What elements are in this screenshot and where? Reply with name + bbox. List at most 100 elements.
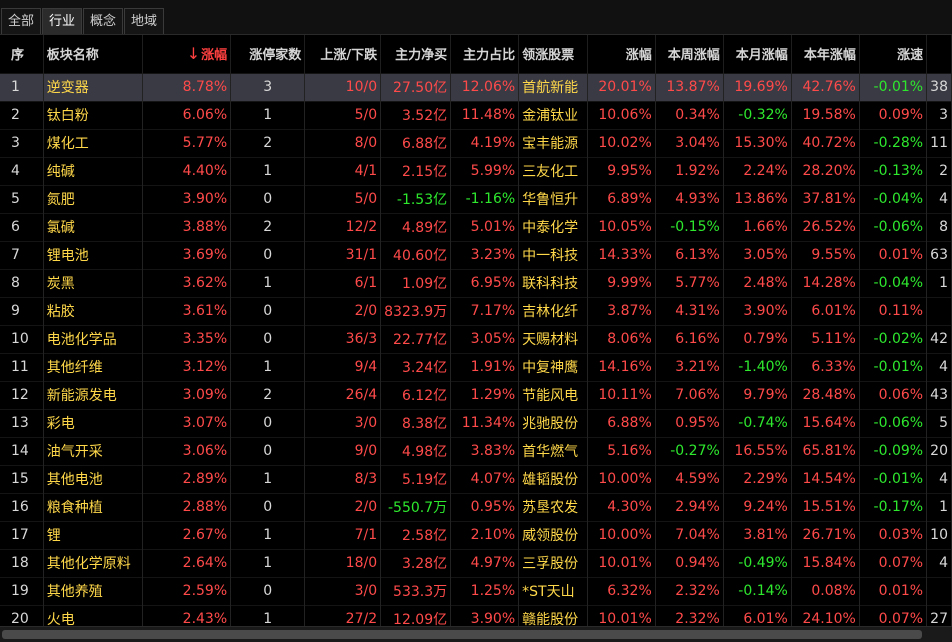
net-buy: 22.77亿 (380, 324, 452, 353)
table-row[interactable]: 12 新能源发电 3.09% 2 26/4 6.12亿 1.29% 节能风电 10.11% 7.0… (0, 380, 952, 409)
table-row[interactable]: 5 氮肥 3.90% 0 5/0 -1.53亿 -1.16% 华鲁恒升 6.89% 4.93% 13… (0, 184, 952, 213)
change-speed: -0.04% (859, 184, 928, 213)
table-row[interactable]: 6 氯碱 3.88% 2 12/2 4.89亿 5.01% 中泰化学 10.05% -0.15% 1… (0, 212, 952, 241)
tab-industry[interactable]: 行业 (42, 8, 83, 34)
limit-up-count: 1 (230, 548, 306, 577)
change-pct: 3.12% (142, 352, 232, 381)
year-change: 42.76% (791, 72, 860, 101)
change-pct: 3.69% (142, 240, 232, 269)
leader-stock: 节能风电 (518, 380, 588, 409)
leader-change: 10.00% (587, 464, 656, 493)
table-row[interactable]: 17 锂 2.67% 1 7/1 2.58亿 2.10% 威领股份 10.00% 7.04% 3.8… (0, 520, 952, 549)
change-pct: 3.06% (142, 436, 232, 465)
net-buy: 4.89亿 (380, 212, 452, 241)
row-index: 13 (0, 408, 44, 437)
limit-up-count: 1 (230, 352, 306, 381)
col-header-change-sorted[interactable]: ↓涨幅 (142, 35, 232, 73)
change-speed: 0.03% (859, 520, 928, 549)
change-speed: 0.09% (859, 100, 928, 129)
change-pct: 3.61% (142, 296, 232, 325)
month-change: 2.48% (723, 268, 792, 297)
sector-name: 其他化学原料 (43, 548, 143, 577)
table-row[interactable]: 18 其他化学原料 2.64% 1 18/0 3.28亿 4.97% 三孚股份 10.01% 0.… (0, 548, 952, 577)
year-change: 6.01% (791, 296, 860, 325)
table-row[interactable]: 15 其他电池 2.89% 1 8/3 5.19亿 4.07% 雄韬股份 10.00% 4.59%… (0, 464, 952, 493)
horizontal-scrollbar[interactable] (0, 626, 952, 642)
table-row[interactable]: 4 纯碱 4.40% 1 4/1 2.15亿 5.99% 三友化工 9.95% 1.92% 2.24… (0, 156, 952, 185)
col-header-month[interactable]: 本月涨幅 (723, 35, 792, 73)
month-change: 15.30% (723, 128, 792, 157)
up-down-count: 36/3 (304, 324, 382, 353)
leader-stock: 华鲁恒升 (518, 184, 588, 213)
net-buy: -550.7万 (380, 492, 452, 521)
table-row[interactable]: 7 锂电池 3.69% 0 31/1 40.60亿 3.23% 中一科技 14.33% 6.13%… (0, 240, 952, 269)
scrollbar-thumb[interactable] (2, 630, 922, 639)
table-row[interactable]: 10 电池化学品 3.35% 0 36/3 22.77亿 3.05% 天赐材料 8.06% 6.1… (0, 324, 952, 353)
week-change: 5.77% (655, 268, 724, 297)
change-pct: 6.06% (142, 100, 232, 129)
net-buy-ratio: 4.07% (450, 464, 520, 493)
table-row[interactable]: 16 粮食种植 2.88% 0 2/0 -550.7万 0.95% 苏垦农发 4.30% 2.94… (0, 492, 952, 521)
tab-region[interactable]: 地域 (124, 8, 165, 34)
month-change: 0.79% (723, 324, 792, 353)
col-header-week[interactable]: 本周涨幅 (655, 35, 724, 73)
week-change: -0.27% (655, 436, 724, 465)
row-index: 7 (0, 240, 44, 269)
change-speed: -0.28% (859, 128, 928, 157)
extra-value (926, 296, 952, 325)
tab-concept[interactable]: 概念 (83, 8, 124, 34)
col-header-speed[interactable]: 涨速 (859, 35, 928, 73)
col-header-leader-change[interactable]: 涨幅 (587, 35, 656, 73)
col-header-limit-up[interactable]: 涨停家数 (230, 35, 306, 73)
net-buy-ratio: 12.06% (450, 72, 520, 101)
row-index: 15 (0, 464, 44, 493)
extra-value: 4 (926, 184, 952, 213)
col-header-ratio[interactable]: 主力占比 (450, 35, 520, 73)
leader-change: 9.99% (587, 268, 656, 297)
col-header-net-buy[interactable]: 主力净买 (380, 35, 452, 73)
up-down-count: 26/4 (304, 380, 382, 409)
table-row[interactable]: 14 油气开采 3.06% 0 9/0 4.98亿 3.83% 首华燃气 5.16% -0.27%… (0, 436, 952, 465)
leader-change: 6.88% (587, 408, 656, 437)
extra-value: 42 (926, 324, 952, 353)
week-change: 3.04% (655, 128, 724, 157)
net-buy-ratio: 3.83% (450, 436, 520, 465)
limit-up-count: 0 (230, 324, 306, 353)
table-row[interactable]: 3 煤化工 5.77% 2 8/0 6.88亿 4.19% 宝丰能源 10.02% 3.04% 15… (0, 128, 952, 157)
col-header-leader[interactable]: 领涨股票 (518, 35, 588, 73)
change-speed: -0.09% (859, 436, 928, 465)
leader-change: 8.06% (587, 324, 656, 353)
sector-name: 油气开采 (43, 436, 143, 465)
table-row[interactable]: 9 粘胶 3.61% 0 2/0 8323.9万 7.17% 吉林化纤 3.87% 4.31% 3.… (0, 296, 952, 325)
leader-change: 10.05% (587, 212, 656, 241)
col-header-up-down[interactable]: 上涨/下跌 (304, 35, 382, 73)
table-row[interactable]: 19 其他养殖 2.59% 0 3/0 533.3万 1.25% *ST天山 6.32% 2.32… (0, 576, 952, 605)
sector-name: 粘胶 (43, 296, 143, 325)
leader-stock: 中泰化学 (518, 212, 588, 241)
tab-all[interactable]: 全部 (1, 8, 42, 34)
table-row[interactable]: 13 彩电 3.07% 0 3/0 8.38亿 11.34% 兆驰股份 6.88% 0.95% -0… (0, 408, 952, 437)
change-speed: 0.01% (859, 240, 928, 269)
net-buy: 1.09亿 (380, 268, 452, 297)
change-speed: -0.01% (859, 352, 928, 381)
col-header-extra (926, 35, 952, 73)
table-row[interactable]: 1 逆变器 8.78% 3 10/0 27.50亿 12.06% 首航新能 20.01% 13.8… (0, 72, 952, 101)
table-row[interactable]: 2 钛白粉 6.06% 1 5/0 3.52亿 11.48% 金浦钛业 10.06% 0.34% -… (0, 100, 952, 129)
change-pct: 4.40% (142, 156, 232, 185)
leader-stock: 首华燃气 (518, 436, 588, 465)
net-buy-ratio: 0.95% (450, 492, 520, 521)
table-row[interactable]: 11 其他纤维 3.12% 1 9/4 3.24亿 1.91% 中复神鹰 14.16% 3.21%… (0, 352, 952, 381)
leader-change: 10.01% (587, 548, 656, 577)
up-down-count: 10/0 (304, 72, 382, 101)
row-index: 2 (0, 100, 44, 129)
col-header-name[interactable]: 板块名称 (43, 35, 143, 73)
up-down-count: 2/0 (304, 492, 382, 521)
col-header-year[interactable]: 本年涨幅 (791, 35, 860, 73)
month-change: 2.24% (723, 156, 792, 185)
col-header-index[interactable]: 序 (0, 35, 44, 73)
change-speed: 0.01% (859, 576, 928, 605)
change-speed: -0.01% (859, 464, 928, 493)
year-change: 26.71% (791, 520, 860, 549)
row-index: 1 (0, 72, 44, 101)
table-row[interactable]: 8 炭黑 3.62% 1 6/1 1.09亿 6.95% 联科科技 9.99% 5.77% 2.48… (0, 268, 952, 297)
